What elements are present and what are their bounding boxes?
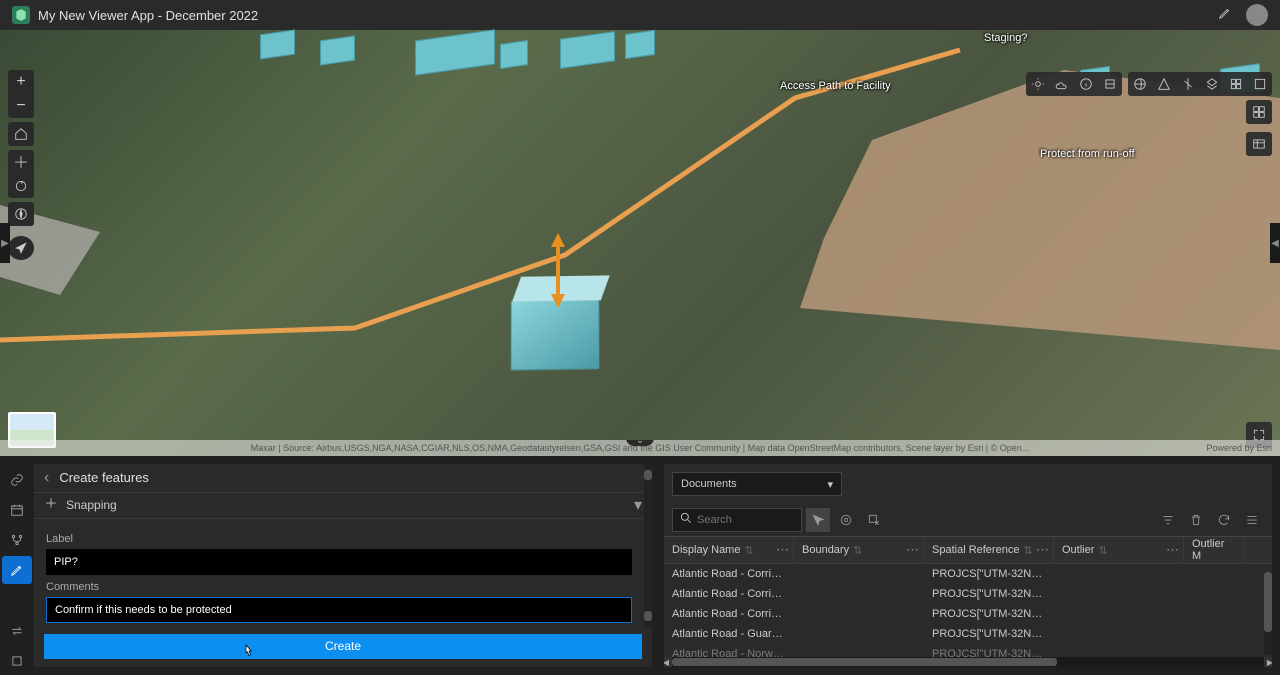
zoom-in-button[interactable]: +	[8, 70, 34, 94]
map-label-protect: Protect from run-off	[1040, 148, 1135, 160]
column-header[interactable]: Boundary⇅⋯	[794, 537, 924, 563]
map-attribution: ⌄ Maxar | Source: Airbus,USGS,NGA,NASA,C…	[0, 440, 1280, 456]
search-icon	[679, 511, 693, 530]
left-toolbar: + −	[8, 70, 34, 260]
calendar-icon[interactable]	[2, 496, 32, 524]
label-field-label: Label	[46, 533, 640, 545]
expand-left-handle[interactable]: ▶	[0, 223, 10, 263]
select-tool-icon[interactable]	[806, 508, 830, 532]
vscrollbar-thumb[interactable]	[1264, 572, 1272, 632]
app-title: My New Viewer App - December 2022	[38, 8, 258, 23]
layers-icon[interactable]	[1098, 72, 1122, 96]
hscrollbar-thumb[interactable]	[672, 658, 1057, 666]
measure-icon[interactable]	[1152, 72, 1176, 96]
share-icon[interactable]	[1248, 72, 1272, 96]
create-button[interactable]: Create	[44, 634, 642, 659]
snapping-row[interactable]: Snapping ▾	[34, 493, 652, 519]
daylight-icon[interactable]	[1026, 72, 1050, 96]
table-row[interactable]: Atlantic Road - Guardrail.d...PROJCS["UT…	[664, 624, 1272, 644]
comments-field-label: Comments	[46, 581, 640, 593]
table-header: Display Name⇅⋯ Boundary⇅⋯ Spatial Refere…	[664, 536, 1272, 564]
target-icon[interactable]	[834, 508, 858, 532]
bottom-left-sidebar	[0, 456, 34, 675]
delete-icon[interactable]	[1184, 508, 1208, 532]
scrollbar-thumb[interactable]	[644, 611, 652, 621]
list-icon[interactable]	[1240, 508, 1264, 532]
documents-table: Display Name⇅⋯ Boundary⇅⋯ Spatial Refere…	[664, 536, 1272, 667]
branch-icon[interactable]	[2, 526, 32, 554]
hscroll-right[interactable]: ▶	[1264, 657, 1272, 667]
rotate-button[interactable]	[8, 174, 34, 198]
search-input[interactable]	[697, 514, 795, 526]
column-header[interactable]: Display Name⇅⋯	[664, 537, 794, 563]
panel-back-button[interactable]: ‹	[44, 469, 49, 487]
compass-button[interactable]	[8, 202, 34, 226]
link-icon[interactable]	[2, 466, 32, 494]
polygon-feature[interactable]	[800, 70, 1280, 350]
basemap-icon[interactable]	[1128, 72, 1152, 96]
label-input[interactable]	[46, 549, 632, 575]
column-header[interactable]: Spatial Reference⇅⋯	[924, 537, 1054, 563]
elevation-icon[interactable]	[1200, 72, 1224, 96]
grid-icon[interactable]	[1246, 100, 1272, 124]
building-feature[interactable]	[511, 299, 600, 370]
map-label-access: Access Path to Facility	[780, 80, 891, 92]
map-label-staging: Staging?	[984, 32, 1027, 44]
table-row[interactable]: Atlantic Road - Corridor.dwgPROJCS["UTM-…	[664, 604, 1272, 624]
slice-icon[interactable]	[1176, 72, 1200, 96]
bookmark-icon[interactable]	[1224, 72, 1248, 96]
user-avatar[interactable]	[1246, 4, 1268, 26]
refresh-icon[interactable]	[1212, 508, 1236, 532]
app-header: My New Viewer App - December 2022	[0, 0, 1280, 30]
weather-icon[interactable]	[1050, 72, 1074, 96]
documents-dropdown[interactable]: Documents ▾	[672, 472, 842, 496]
table-icon[interactable]	[1246, 132, 1272, 156]
panel-title: Create features	[59, 470, 149, 485]
clear-selection-icon[interactable]	[862, 508, 886, 532]
locate-button[interactable]	[8, 236, 34, 260]
square-icon[interactable]	[2, 647, 32, 675]
home-button[interactable]	[8, 122, 34, 146]
filter-icon[interactable]	[1156, 508, 1180, 532]
map-viewport[interactable]: Staging? Access Path to Facility Protect…	[0, 30, 1280, 456]
snapping-icon	[44, 496, 58, 515]
hscroll-left[interactable]: ◀	[664, 657, 672, 667]
zoom-out-button[interactable]: −	[8, 94, 34, 118]
info-icon[interactable]	[1074, 72, 1098, 96]
column-header[interactable]: Outlier⇅⋯	[1054, 537, 1184, 563]
edit-icon[interactable]	[1218, 6, 1232, 25]
chevron-down-icon: ▾	[634, 495, 642, 515]
edit-feature-icon[interactable]	[2, 556, 32, 584]
comments-input[interactable]	[46, 597, 632, 623]
search-box[interactable]	[672, 508, 802, 532]
scrollbar-thumb[interactable]	[644, 470, 652, 480]
bottom-panel: ‹ Create features Snapping ▾ Label Comme…	[0, 456, 1280, 675]
table-row[interactable]: Atlantic Road - Corridor Al...PROJCS["UT…	[664, 564, 1272, 584]
top-right-toolbar	[1026, 72, 1272, 96]
table-row[interactable]: Atlantic Road - Corridor S...PROJCS["UTM…	[664, 584, 1272, 604]
swap-icon[interactable]	[2, 617, 32, 645]
app-logo-icon	[12, 6, 30, 24]
expand-right-handle[interactable]: ◀	[1270, 223, 1280, 263]
documents-panel: Documents ▾ Display Name⇅⋯ Boundary⇅⋯ Sp…	[664, 464, 1272, 667]
chevron-down-icon: ▾	[827, 478, 833, 491]
height-gizmo[interactable]	[551, 233, 565, 308]
pan-button[interactable]	[8, 150, 34, 174]
create-features-panel: ‹ Create features Snapping ▾ Label Comme…	[34, 464, 652, 667]
column-header[interactable]: Outlier M	[1184, 537, 1244, 563]
